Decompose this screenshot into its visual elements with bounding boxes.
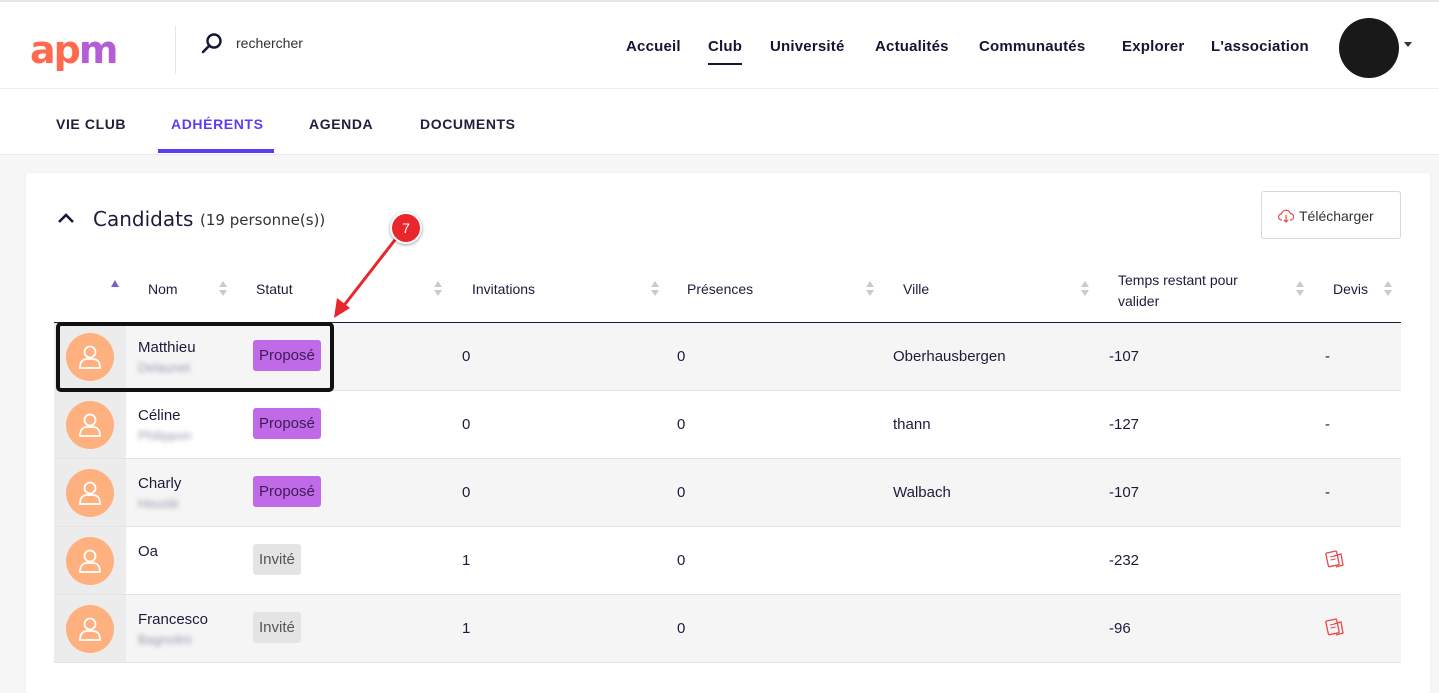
chevron-down-icon[interactable] — [1404, 42, 1412, 47]
header-divider — [175, 26, 176, 74]
city-value: Walbach — [893, 484, 951, 501]
invitations-value: 0 — [462, 416, 471, 433]
invitations-value: 1 — [462, 552, 471, 569]
city-value: thann — [893, 416, 931, 433]
table-row[interactable]: Charly Heuslé Proposé 0 0 Walbach -107 - — [54, 459, 1401, 527]
member-first-name[interactable]: Francesco — [138, 611, 208, 628]
apm-logo[interactable]: apm — [30, 28, 119, 72]
city-value: Oberhausbergen — [893, 348, 1006, 365]
avatar[interactable] — [66, 605, 114, 653]
top-bar: apm rechercher Accueil Club Université A… — [0, 0, 1439, 89]
user-icon — [79, 413, 101, 437]
avatar-cell — [54, 459, 126, 526]
presences-value: 0 — [677, 552, 686, 569]
status-badge: Proposé — [253, 476, 321, 507]
sort-icon[interactable] — [1384, 281, 1392, 297]
annotation-arrow-icon — [334, 235, 400, 318]
download-label: Télécharger — [1299, 208, 1374, 224]
column-header-ville[interactable]: Ville — [903, 281, 929, 297]
devis-value: - — [1325, 416, 1330, 433]
devis-value: - — [1325, 484, 1330, 501]
active-tab-indicator — [158, 149, 274, 153]
sort-icon[interactable] — [866, 281, 874, 297]
annotation-highlight-box — [56, 322, 334, 392]
chevron-up-icon[interactable] — [57, 211, 75, 225]
devis-value: - — [1325, 348, 1330, 365]
presences-value: 0 — [677, 620, 686, 637]
member-last-name: Bagnolini — [138, 632, 192, 647]
presences-value: 0 — [677, 484, 686, 501]
column-header-invitations[interactable]: Invitations — [472, 281, 535, 297]
nav-explorer[interactable]: Explorer — [1122, 38, 1184, 55]
avatar[interactable] — [66, 401, 114, 449]
nav-club[interactable]: Club — [708, 38, 743, 65]
table-row[interactable]: Oa Invité 1 0 -232 — [54, 527, 1401, 595]
status-badge: Proposé — [253, 408, 321, 439]
avatar-cell — [54, 595, 126, 662]
column-header-nom[interactable]: Nom — [148, 281, 178, 297]
quote-document-icon[interactable] — [1325, 549, 1345, 569]
sort-icon[interactable] — [1296, 281, 1304, 297]
remaining-time-value: -107 — [1109, 348, 1140, 365]
column-header-temps-restant[interactable]: Temps restant pour valider — [1118, 270, 1268, 312]
column-header-devis[interactable]: Devis — [1333, 281, 1368, 297]
search-input[interactable]: rechercher — [236, 35, 303, 51]
member-last-name: Philippon — [138, 428, 192, 443]
nav-communautes[interactable]: Communautés — [979, 38, 1085, 55]
avatar[interactable] — [66, 469, 114, 517]
quote-document-icon[interactable] — [1325, 617, 1345, 637]
user-icon — [79, 549, 101, 573]
user-icon — [79, 617, 101, 641]
invitations-value: 0 — [462, 484, 471, 501]
tab-vie-club[interactable]: VIE CLUB — [56, 116, 126, 132]
table-row[interactable]: Céline Philippon Proposé 0 0 thann -127 - — [54, 391, 1401, 459]
invitations-value: 0 — [462, 348, 471, 365]
tab-adherents[interactable]: ADHÉRENTS — [171, 116, 264, 132]
logo-text-part2: m — [78, 28, 119, 72]
member-first-name[interactable]: Oa — [138, 543, 158, 560]
user-avatar[interactable] — [1339, 18, 1399, 78]
sort-icon[interactable] — [434, 281, 442, 297]
cloud-download-icon — [1278, 209, 1294, 223]
sort-icon[interactable] — [651, 281, 659, 297]
avatar[interactable] — [66, 537, 114, 585]
member-first-name[interactable]: Charly — [138, 475, 181, 492]
avatar-cell — [54, 527, 126, 594]
avatar-cell — [54, 391, 126, 458]
remaining-time-value: -127 — [1109, 416, 1140, 433]
presences-value: 0 — [677, 348, 686, 365]
club-subnav: VIE CLUB ADHÉRENTS AGENDA DOCUMENTS — [0, 89, 1439, 155]
nav-association[interactable]: L'association — [1211, 38, 1309, 55]
section-count: (19 personne(s)) — [200, 211, 326, 229]
status-badge: Invité — [253, 544, 301, 575]
nav-accueil[interactable]: Accueil — [626, 38, 681, 55]
member-first-name[interactable]: Céline — [138, 407, 181, 424]
nav-actualites[interactable]: Actualités — [875, 38, 949, 55]
sort-icon[interactable] — [1081, 281, 1089, 297]
sort-asc-icon[interactable] — [111, 280, 119, 296]
invitations-value: 1 — [462, 620, 471, 637]
member-last-name: Heuslé — [138, 496, 179, 511]
nav-universite[interactable]: Université — [770, 38, 845, 55]
presences-value: 0 — [677, 416, 686, 433]
column-header-presences[interactable]: Présences — [687, 281, 753, 297]
remaining-time-value: -107 — [1109, 484, 1140, 501]
search-icon[interactable] — [200, 32, 224, 56]
tab-agenda[interactable]: AGENDA — [309, 116, 373, 132]
status-badge: Invité — [253, 612, 301, 643]
column-header-statut[interactable]: Statut — [256, 281, 293, 297]
remaining-time-value: -96 — [1109, 620, 1131, 637]
sort-icon[interactable] — [219, 281, 227, 297]
table-row[interactable]: Francesco Bagnolini Invité 1 0 -96 — [54, 595, 1401, 663]
remaining-time-value: -232 — [1109, 552, 1140, 569]
section-title: Candidats — [93, 207, 194, 231]
download-button[interactable]: Télécharger — [1261, 191, 1401, 239]
annotation-marker: 7 — [390, 212, 422, 244]
user-icon — [79, 481, 101, 505]
logo-text-part1: ap — [30, 28, 81, 72]
tab-documents[interactable]: DOCUMENTS — [420, 116, 516, 132]
